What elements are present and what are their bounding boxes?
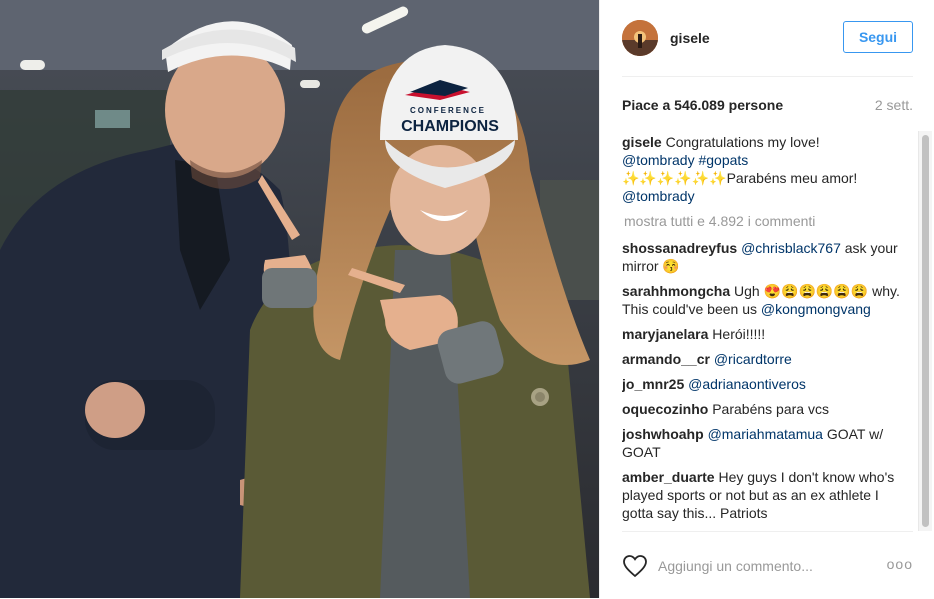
- comment-text: Parabéns para vcs: [712, 401, 829, 417]
- caption-user[interactable]: gisele: [622, 134, 662, 150]
- post-time[interactable]: 2 sett.: [875, 97, 913, 113]
- show-all-comments[interactable]: mostra tutti e 4.892 i commenti: [624, 212, 908, 230]
- list-item: sarahhmongcha Ugh 😍😩😩😩😩😩 why. This could…: [622, 282, 908, 318]
- add-comment-input[interactable]: Aggiungi un commento...: [658, 558, 813, 574]
- list-item: maryjanelara Herói!!!!!: [622, 325, 908, 343]
- caption-hashtag[interactable]: #gopats: [698, 152, 748, 168]
- photo-illustration: CONFERENCE CHAMPIONS: [0, 0, 599, 598]
- cap-text-main: CHAMPIONS: [401, 118, 499, 135]
- post-panel: gisele Segui Piace a 546.089 persone 2 s…: [599, 0, 934, 598]
- comments-scrollbar[interactable]: [918, 131, 932, 531]
- comment-user[interactable]: jo_mnr25: [622, 376, 684, 392]
- comment-user[interactable]: oquecozinho: [622, 401, 708, 417]
- comment-user[interactable]: sarahhmongcha: [622, 283, 730, 299]
- caption-text: Congratulations my love!: [665, 134, 820, 150]
- comment-user[interactable]: joshwhoahp: [622, 426, 704, 442]
- list-item: oquecozinho Parabéns para vcs: [622, 400, 908, 418]
- heart-outline-icon[interactable]: [622, 554, 648, 578]
- more-options-button[interactable]: ooo: [887, 556, 913, 572]
- instagram-post: CONFERENCE CHAMPIONS gisele Segui Piace …: [0, 0, 934, 598]
- post-footer: Aggiungi un commento... ooo: [622, 531, 913, 599]
- post-photo[interactable]: CONFERENCE CHAMPIONS: [0, 0, 599, 598]
- cap-text-top: CONFERENCE: [410, 106, 486, 115]
- comment-user[interactable]: maryjanelara: [622, 326, 708, 342]
- comment-mention[interactable]: @ricardtorre: [714, 351, 792, 367]
- caption-mention[interactable]: @tombrady: [622, 152, 695, 168]
- comment-text: Herói!!!!!: [712, 326, 766, 342]
- comment-mention[interactable]: @mariahmatamua: [708, 426, 823, 442]
- avatar[interactable]: [622, 20, 658, 56]
- comment-mention[interactable]: @kongmongvang: [761, 301, 871, 317]
- avatar-sunset-icon: [622, 20, 658, 56]
- comment-user[interactable]: amber_duarte: [622, 469, 715, 485]
- caption: gisele Congratulations my love! @tombrad…: [622, 133, 908, 205]
- header-username[interactable]: gisele: [670, 30, 710, 46]
- scrollbar-thumb[interactable]: [922, 135, 929, 527]
- follow-button[interactable]: Segui: [843, 21, 913, 53]
- caption-mention-2[interactable]: @tombrady: [622, 188, 695, 204]
- comment-user[interactable]: armando__cr: [622, 351, 710, 367]
- comment-mention[interactable]: @adrianaontiveros: [688, 376, 806, 392]
- comments-list[interactable]: gisele Congratulations my love! @tombrad…: [622, 133, 908, 531]
- likes-row: Piace a 546.089 persone 2 sett.: [622, 97, 913, 117]
- comment-user[interactable]: shossanadreyfus: [622, 240, 737, 256]
- list-item: armando__cr @ricardtorre: [622, 350, 908, 368]
- likes-count[interactable]: Piace a 546.089 persone: [622, 97, 783, 113]
- caption-sparkles: ✨✨✨✨✨✨: [622, 170, 727, 186]
- caption-text-2: Parabéns meu amor!: [726, 170, 858, 186]
- list-item: amber_duarte Hey guys I don't know who's…: [622, 468, 908, 522]
- list-item: jo_mnr25 @adrianaontiveros: [622, 375, 908, 393]
- post-header: gisele Segui: [622, 14, 913, 77]
- comment-mention[interactable]: @chrisblack767: [741, 240, 841, 256]
- list-item: joshwhoahp @mariahmatamua GOAT w/ GOAT: [622, 425, 908, 461]
- list-item: shossanadreyfus @chrisblack767 ask your …: [622, 239, 908, 275]
